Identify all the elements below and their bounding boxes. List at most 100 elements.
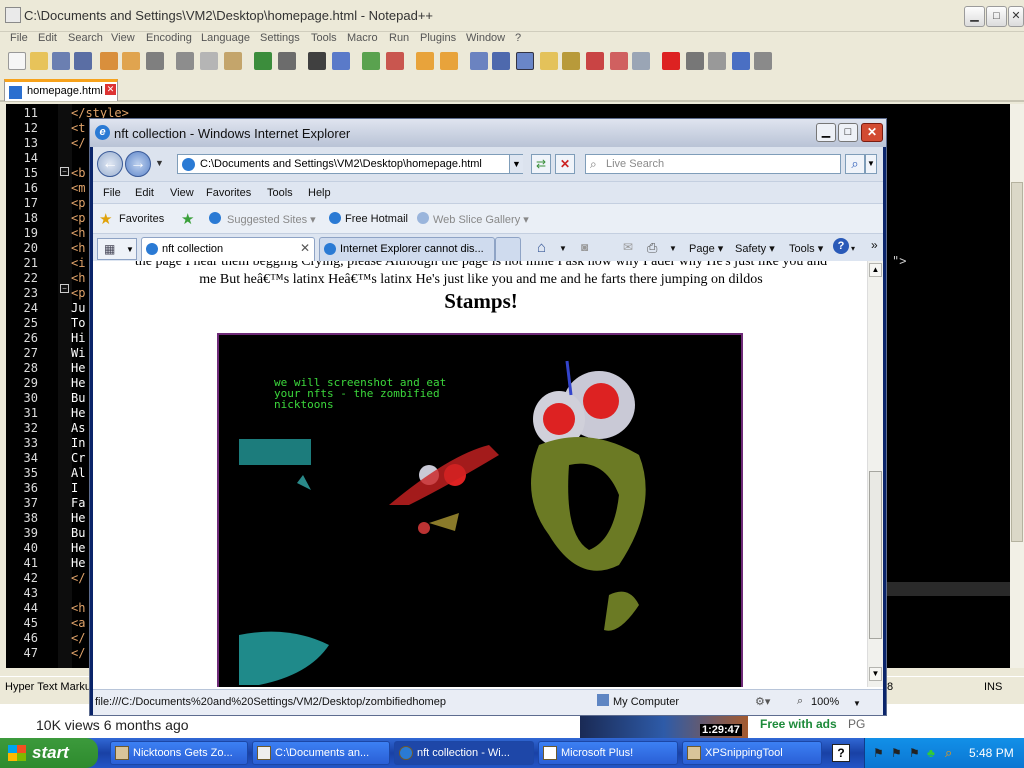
find-icon[interactable] [308, 52, 326, 70]
save-icon[interactable] [52, 52, 70, 70]
more-commands-icon[interactable]: » [871, 238, 878, 252]
ie-tab-cannot-display[interactable]: Internet Explorer cannot dis... [319, 237, 495, 261]
ie-menu-favorites[interactable]: Favorites [206, 187, 251, 199]
tray-icon[interactable]: ♣ [927, 746, 935, 760]
fold-margin[interactable]: − − [58, 104, 72, 668]
search-options-icon[interactable]: ▼ [865, 154, 877, 174]
new-tab-button[interactable] [495, 237, 521, 261]
favorites-button[interactable]: Favorites [119, 213, 164, 225]
ie-menu-file[interactable]: File [103, 187, 121, 199]
minimize-button[interactable]: ▁ [964, 6, 985, 27]
close-button[interactable]: ✕ [1008, 6, 1024, 27]
menu-help[interactable]: ? [515, 32, 521, 44]
sync-v-icon[interactable] [416, 52, 434, 70]
tab-homepage[interactable]: homepage.html ✕ [4, 79, 118, 101]
new-file-icon[interactable] [8, 52, 26, 70]
menu-tools[interactable]: Tools [311, 32, 337, 44]
help-dropdown-icon[interactable]: ▾ [851, 244, 855, 253]
ie-minimize-button[interactable]: ▁ [816, 123, 836, 142]
back-button[interactable]: ← [97, 151, 123, 177]
scroll-thumb[interactable] [869, 471, 882, 639]
ie-titlebar[interactable]: e nft collection - Windows Internet Expl… [90, 119, 886, 147]
forward-button[interactable]: → [125, 151, 151, 177]
zoom-out-icon[interactable] [386, 52, 404, 70]
menu-view[interactable]: View [111, 32, 135, 44]
zoom-in-icon[interactable] [362, 52, 380, 70]
word-wrap-icon[interactable] [470, 52, 488, 70]
ie-menu-tools[interactable]: Tools [267, 187, 293, 199]
folder-workspace-icon[interactable] [610, 52, 628, 70]
tab-list-icon[interactable]: ▼ [126, 245, 134, 254]
print-dropdown-icon[interactable]: ▼ [669, 244, 677, 253]
tab-close-icon[interactable]: ✕ [300, 241, 310, 255]
menu-file[interactable]: File [10, 32, 28, 44]
mail-icon[interactable]: ✉ [623, 240, 633, 254]
menu-edit[interactable]: Edit [38, 32, 57, 44]
monitoring-icon[interactable] [632, 52, 650, 70]
refresh-icon[interactable]: ⇄ [531, 154, 551, 174]
search-go-icon[interactable]: ⌕ [845, 154, 865, 174]
search-tray-icon[interactable]: ⌕ [945, 745, 952, 761]
close-all-icon[interactable] [122, 52, 140, 70]
stop-icon[interactable]: ✕ [555, 154, 575, 174]
save-macro-icon[interactable] [754, 52, 772, 70]
zoom-dropdown-icon[interactable]: ▼ [853, 699, 861, 708]
stop-macro-icon[interactable] [686, 52, 704, 70]
doc-map-icon[interactable] [562, 52, 580, 70]
maximize-button[interactable]: □ [986, 6, 1007, 27]
web-slice-gallery-link[interactable]: Web Slice Gallery ▾ [433, 213, 529, 226]
paste-icon[interactable] [224, 52, 242, 70]
scroll-down-icon[interactable]: ▼ [869, 667, 882, 681]
task-ie[interactable]: nft collection - Wi... [394, 741, 534, 765]
fold-toggle-icon[interactable]: − [60, 167, 69, 176]
function-list-icon[interactable] [586, 52, 604, 70]
menu-search[interactable]: Search [68, 32, 103, 44]
protected-mode-icon[interactable]: ⚙▾ [755, 695, 770, 708]
ie-vertical-scrollbar[interactable]: ▲ ▼ [867, 261, 883, 687]
tools-menu[interactable]: Tools ▾ [789, 242, 823, 255]
copy-icon[interactable] [200, 52, 218, 70]
replace-icon[interactable] [332, 52, 350, 70]
print-icon[interactable]: ⎙ [647, 240, 657, 256]
run-macro-multiple-icon[interactable] [732, 52, 750, 70]
task-snipping-tool[interactable]: XPSnippingTool [682, 741, 822, 765]
menu-plugins[interactable]: Plugins [420, 32, 456, 44]
menu-window[interactable]: Window [466, 32, 505, 44]
address-dropdown-icon[interactable]: ▼ [509, 155, 523, 173]
tray-icon[interactable]: ⚑ [891, 746, 902, 760]
ie-maximize-button[interactable]: □ [838, 123, 858, 142]
menu-run[interactable]: Run [389, 32, 409, 44]
tray-icon[interactable]: ⚑ [909, 746, 920, 760]
suggested-sites-link[interactable]: Suggested Sites ▾ [227, 213, 316, 226]
ie-tab-nft-collection[interactable]: nft collection ✕ [141, 237, 315, 261]
add-favorite-icon[interactable]: ★ [181, 210, 194, 228]
quick-tabs-button[interactable]: ▦ ▼ [97, 238, 137, 260]
scroll-thumb[interactable] [1011, 182, 1023, 542]
address-bar[interactable]: C:\Documents and Settings\VM2\Desktop\ho… [177, 154, 523, 174]
scroll-up-icon[interactable]: ▲ [869, 263, 882, 277]
notepad-vertical-scrollbar[interactable] [1010, 104, 1024, 668]
free-hotmail-link[interactable]: Free Hotmail [345, 213, 408, 225]
menu-language[interactable]: Language [201, 32, 250, 44]
safety-menu[interactable]: Safety ▾ [735, 242, 775, 255]
play-macro-icon[interactable] [708, 52, 726, 70]
home-icon[interactable]: ⌂ [537, 239, 546, 256]
record-macro-icon[interactable] [662, 52, 680, 70]
udl-icon[interactable] [540, 52, 558, 70]
sync-h-icon[interactable] [440, 52, 458, 70]
start-button[interactable]: start [0, 738, 98, 768]
ie-close-button[interactable]: ✕ [861, 123, 883, 142]
menu-settings[interactable]: Settings [260, 32, 300, 44]
home-dropdown-icon[interactable]: ▼ [559, 244, 567, 253]
help-tray-icon[interactable]: ? [832, 744, 850, 762]
menu-macro[interactable]: Macro [347, 32, 378, 44]
print-icon[interactable] [146, 52, 164, 70]
indent-guide-icon[interactable] [516, 52, 534, 70]
close-file-icon[interactable] [100, 52, 118, 70]
notepad-titlebar[interactable]: C:\Documents and Settings\VM2\Desktop\ho… [0, 0, 1024, 32]
redo-icon[interactable] [278, 52, 296, 70]
save-all-icon[interactable] [74, 52, 92, 70]
zoom-icon[interactable]: ⌕ [797, 695, 803, 708]
help-icon[interactable]: ? [833, 238, 849, 254]
cut-icon[interactable] [176, 52, 194, 70]
